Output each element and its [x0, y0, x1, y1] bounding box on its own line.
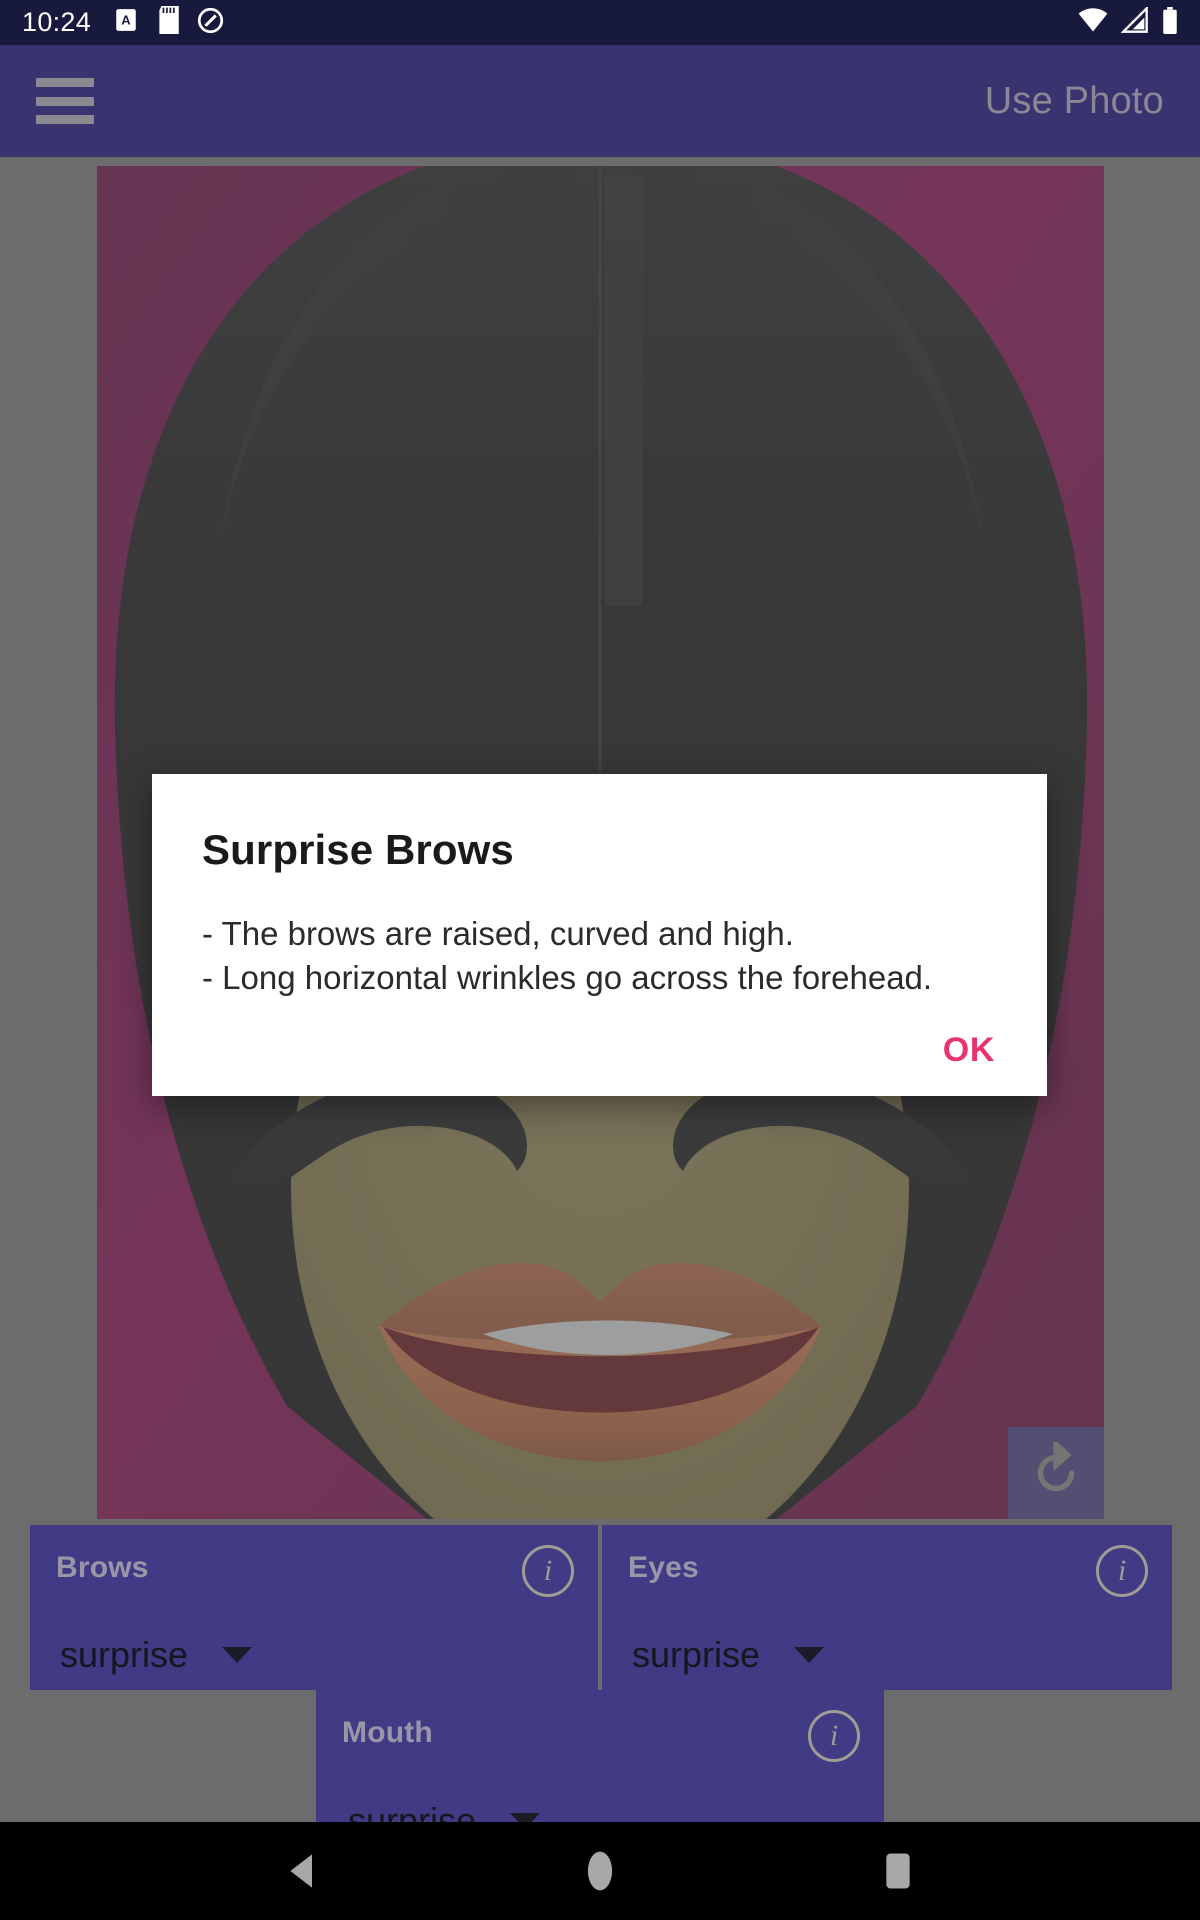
use-photo-button[interactable]: Use Photo: [985, 80, 1164, 123]
feature-controls: Brows i surprise Eyes i surprise Mouth i: [0, 1525, 1200, 1862]
recents-square-icon: [886, 1853, 910, 1889]
hamburger-menu-icon[interactable]: [36, 78, 94, 124]
cellular-signal-icon: [1120, 5, 1149, 38]
dialog-title: Surprise Brows: [202, 826, 514, 873]
svg-text:A: A: [121, 12, 131, 27]
eyes-dropdown-value: surprise: [632, 1634, 761, 1675]
panel-brows-title: Brows: [56, 1551, 149, 1584]
do-not-disturb-icon: [197, 7, 224, 39]
dialog-ok-button[interactable]: OK: [943, 1031, 995, 1070]
chevron-down-icon: [222, 1647, 253, 1663]
mouth-info-icon[interactable]: i: [808, 1710, 860, 1762]
rotate-photo-button[interactable]: [1008, 1427, 1104, 1519]
status-bar-left-icons: A: [113, 6, 224, 39]
wifi-icon: [1078, 7, 1108, 38]
eyes-info-icon[interactable]: i: [1096, 1545, 1148, 1597]
panel-eyes-title: Eyes: [628, 1551, 699, 1584]
nav-recents-button[interactable]: [858, 1831, 938, 1911]
home-circle-icon: [587, 1851, 613, 1891]
sd-card-icon: [157, 6, 179, 39]
status-bar: 10:24 A: [0, 0, 1200, 45]
dialog-body-line-2: - Long horizontal wrinkles go across the…: [202, 958, 933, 996]
panel-brows[interactable]: Brows i surprise: [30, 1525, 598, 1690]
refresh-rotate-icon: [1037, 1442, 1075, 1492]
nav-back-button[interactable]: [262, 1831, 342, 1911]
chevron-down-icon: [794, 1647, 825, 1663]
status-bar-right-icons: [1078, 5, 1178, 39]
info-dialog: Surprise Brows - The brows are raised, c…: [152, 774, 1047, 1096]
brows-dropdown-value: surprise: [60, 1634, 189, 1675]
controls-row-top: Brows i surprise Eyes i surprise: [0, 1525, 1200, 1690]
status-bar-clock: 10:24: [22, 7, 92, 37]
back-triangle-icon: [290, 1854, 312, 1888]
dialog-body-line-1: - The brows are raised, curved and high.: [202, 915, 794, 952]
dialog-actions: OK: [152, 1004, 1047, 1096]
panel-eyes[interactable]: Eyes i surprise: [602, 1525, 1172, 1690]
alarm-volume-icon: A: [113, 7, 139, 38]
eyes-dropdown[interactable]: surprise: [632, 1634, 825, 1676]
app-bar: Use Photo: [0, 45, 1200, 157]
panel-mouth-title: Mouth: [342, 1716, 433, 1749]
app-root: 10:24 A Use Photo Brows i surprise Eyes …: [0, 0, 1200, 1920]
brows-dropdown[interactable]: surprise: [60, 1634, 253, 1676]
android-nav-bar: [0, 1822, 1200, 1920]
battery-icon: [1162, 6, 1178, 39]
nav-home-button[interactable]: [560, 1831, 640, 1911]
brows-info-icon[interactable]: i: [522, 1545, 574, 1597]
dialog-body: - The brows are raised, curved and high.…: [202, 912, 997, 1000]
